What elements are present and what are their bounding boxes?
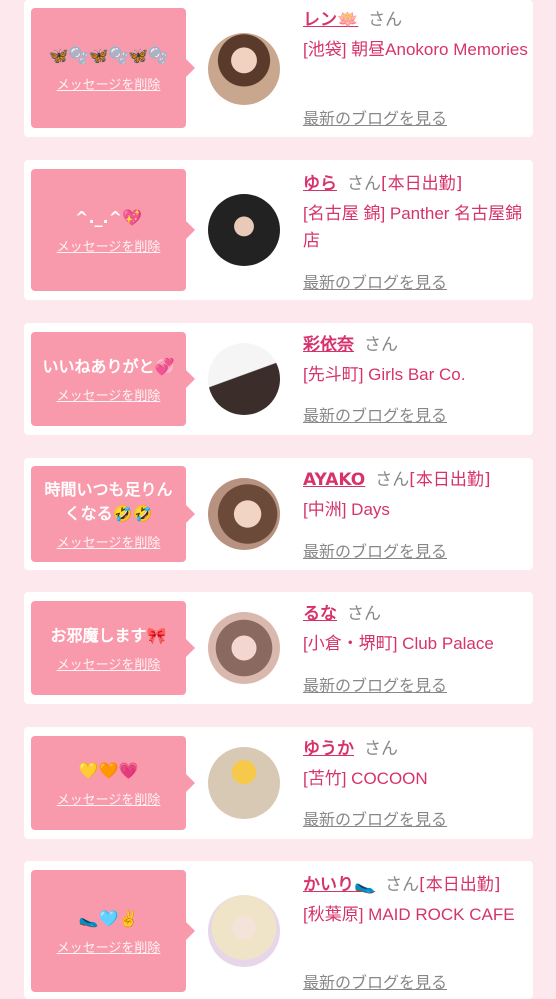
favorite-card: ^._.^💖 メッセージを削除 ゆら さん[本日出勤] [名古屋 錦] Panth… (24, 160, 533, 300)
latest-blog-link[interactable]: 最新のブログを見る (303, 969, 447, 993)
cast-info: ゆら さん[本日出勤] [名古屋 錦] Panther 名古屋錦店 (303, 172, 529, 254)
cast-info: 彩依奈 さん [先斗町] Girls Bar Co. (303, 333, 529, 388)
avatar[interactable] (208, 478, 280, 550)
cast-info: レン🪷 さん [池袋] 朝昼Anokoro Memories (303, 8, 529, 63)
message-text: いいねありがと💞 (42, 356, 175, 376)
favorite-card: 💛🧡💗 メッセージを削除 ゆうか さん [苫竹] COCOON 最新のブログを見る (24, 727, 533, 839)
delete-message-link[interactable]: メッセージを削除 (57, 385, 161, 404)
cast-name-link[interactable]: ゆら (303, 174, 337, 194)
message-bubble: 💛🧡💗 メッセージを削除 (31, 736, 195, 830)
san-suffix: さん (347, 174, 381, 194)
delete-message-link[interactable]: メッセージを削除 (57, 789, 161, 808)
message-bubble: いいねありがと💞 メッセージを削除 (31, 332, 195, 426)
cast-info: かいり🥿 さん[本日出勤] [秋葉原] MAID ROCK CAFE (303, 873, 529, 928)
avatar[interactable] (208, 194, 280, 266)
cast-info: ゆうか さん [苫竹] COCOON (303, 737, 529, 792)
favorite-card: お邪魔します🎀 メッセージを削除 るな さん [小倉・堺町] Club Palac… (24, 592, 533, 704)
avatar[interactable] (208, 612, 280, 684)
latest-blog-link[interactable]: 最新のブログを見る (303, 806, 447, 830)
message-text: 時間いつも足りんくなる🤣🤣 (44, 479, 173, 523)
status-badge: [本日出勤] (409, 470, 491, 490)
delete-message-link[interactable]: メッセージを削除 (57, 532, 161, 551)
message-bubble: お邪魔します🎀 メッセージを削除 (31, 601, 195, 695)
delete-message-link[interactable]: メッセージを削除 (57, 937, 161, 956)
latest-blog-link[interactable]: 最新のブログを見る (303, 402, 447, 426)
cast-info: AYAKO さん[本日出勤] [中洲] Days (303, 468, 529, 523)
delete-message-link[interactable]: メッセージを削除 (57, 74, 161, 93)
latest-blog-link[interactable]: 最新のブログを見る (303, 269, 447, 293)
cast-info: るな さん [小倉・堺町] Club Palace (303, 602, 529, 657)
message-bubble: 🦋🫧🦋🫧🦋🫧 メッセージを削除 (31, 8, 195, 128)
latest-blog-link[interactable]: 最新のブログを見る (303, 538, 447, 562)
message-bubble: ^._.^💖 メッセージを削除 (31, 169, 195, 291)
cast-name-link[interactable]: レン🪷 (303, 10, 358, 30)
latest-blog-link[interactable]: 最新のブログを見る (303, 672, 447, 696)
message-text: お邪魔します🎀 (50, 625, 167, 645)
favorite-card: いいねありがと💞 メッセージを削除 彩依奈 さん [先斗町] Girls Bar … (24, 323, 533, 435)
favorites-list: 🦋🫧🦋🫧🦋🫧 メッセージを削除 レン🪷 さん [池袋] 朝昼Anokoro Mem… (0, 0, 556, 999)
san-suffix: さん (364, 739, 398, 759)
message-bubble: 🥿🩵✌️ メッセージを削除 (31, 870, 195, 992)
message-text: 💛🧡💗 (78, 760, 139, 780)
san-suffix: さん (385, 875, 420, 895)
shop-name: [秋葉原] MAID ROCK CAFE (303, 905, 515, 924)
message-text: 🥿🩵✌️ (78, 908, 139, 928)
delete-message-link[interactable]: メッセージを削除 (57, 236, 161, 255)
favorite-card: 時間いつも足りんくなる🤣🤣 メッセージを削除 AYAKO さん[本日出勤] [中洲… (24, 458, 533, 570)
san-suffix: さん (347, 604, 381, 624)
cast-name-link[interactable]: ゆうか (303, 739, 354, 759)
cast-name-link[interactable]: 彩依奈 (303, 335, 354, 355)
message-text: ^._.^💖 (75, 207, 142, 227)
avatar[interactable] (208, 343, 280, 415)
message-text: 🦋🫧🦋🫧🦋🫧 (48, 45, 169, 65)
san-suffix: さん (375, 470, 410, 490)
shop-name: [先斗町] Girls Bar Co. (303, 365, 466, 384)
avatar[interactable] (208, 747, 280, 819)
status-badge: [本日出勤] (419, 875, 501, 895)
shop-name: [苫竹] COCOON (303, 769, 428, 788)
avatar[interactable] (208, 33, 280, 105)
san-suffix: さん (364, 335, 398, 355)
favorite-card: 🥿🩵✌️ メッセージを削除 かいり🥿 さん[本日出勤] [秋葉原] MAID RO… (24, 861, 533, 999)
status-badge: [本日出勤] (381, 174, 463, 194)
cast-name-link[interactable]: かいり🥿 (303, 875, 375, 895)
shop-name: [小倉・堺町] Club Palace (303, 634, 494, 653)
cast-name-link[interactable]: AYAKO (303, 470, 365, 490)
cast-name-link[interactable]: るな (303, 604, 337, 624)
shop-name: [名古屋 錦] Panther 名古屋錦店 (303, 204, 523, 250)
message-bubble: 時間いつも足りんくなる🤣🤣 メッセージを削除 (31, 466, 195, 562)
shop-name: [池袋] 朝昼Anokoro Memories (303, 40, 528, 59)
shop-name: [中洲] Days (303, 500, 390, 519)
avatar[interactable] (208, 895, 280, 967)
latest-blog-link[interactable]: 最新のブログを見る (303, 105, 447, 129)
san-suffix: さん (368, 10, 403, 30)
favorite-card: 🦋🫧🦋🫧🦋🫧 メッセージを削除 レン🪷 さん [池袋] 朝昼Anokoro Mem… (24, 0, 533, 137)
delete-message-link[interactable]: メッセージを削除 (57, 654, 161, 673)
